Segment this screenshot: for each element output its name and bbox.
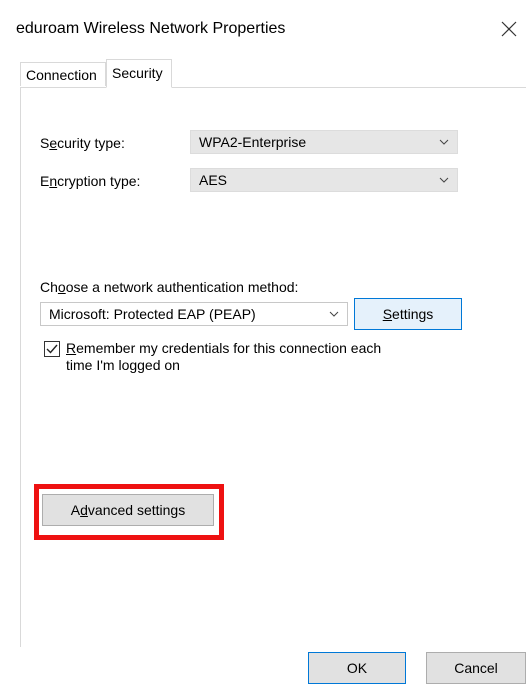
auth-method-label-pre: Ch [40,279,58,295]
auth-method-value: Microsoft: Protected EAP (PEAP) [49,306,256,322]
security-type-value: WPA2-Enterprise [199,134,307,150]
security-type-label-post: curity type: [57,135,125,151]
auth-method-label-accel: o [57,279,66,295]
security-type-label-accel: e [49,135,58,151]
remember-line1-rest: emember my credentials for this connecti… [76,340,382,356]
encryption-type-label-pre: E [40,173,50,189]
chevron-down-icon [439,177,449,183]
remember-credentials-line1: Remember my credentials for this connect… [66,340,381,357]
ok-button[interactable]: OK [308,652,406,684]
security-type-label-pre: S [40,135,50,151]
remember-credentials-label[interactable]: Remember my credentials for this connect… [66,340,381,374]
auth-method-label-post: ose a network authentication method: [65,279,299,295]
cancel-button[interactable]: Cancel [426,652,526,684]
properties-dialog: eduroam Wireless Network Properties Conn… [0,0,526,687]
title-bar: eduroam Wireless Network Properties [0,0,526,58]
remember-credentials-checkbox[interactable] [44,341,60,357]
close-button[interactable] [496,16,522,42]
encryption-type-value: AES [199,172,228,188]
encryption-type-label: Encryption type: [40,173,140,189]
settings-button-rest: ettings [392,306,434,322]
security-type-select[interactable]: WPA2-Enterprise [190,130,458,154]
chevron-down-icon [329,311,339,317]
settings-button[interactable]: Settings [354,298,462,330]
remember-accel: R [66,340,77,356]
security-type-label: Security type: [40,135,125,151]
highlight-box [34,484,224,540]
settings-button-accel: S [382,306,393,322]
checkmark-icon [46,344,58,354]
chevron-down-icon [439,139,449,145]
encryption-type-select[interactable]: AES [190,168,458,192]
encryption-type-label-accel: n [49,173,58,189]
remember-credentials-line2: time I'm logged on [66,357,180,373]
encryption-type-label-post: cryption type: [57,173,141,189]
tab-connection[interactable]: Connection [20,62,106,86]
auth-method-label: Choose a network authentication method: [40,279,298,295]
close-icon [501,21,517,37]
auth-method-select[interactable]: Microsoft: Protected EAP (PEAP) [40,302,348,326]
window-title: eduroam Wireless Network Properties [16,20,286,37]
tab-security[interactable]: Security [106,59,172,88]
